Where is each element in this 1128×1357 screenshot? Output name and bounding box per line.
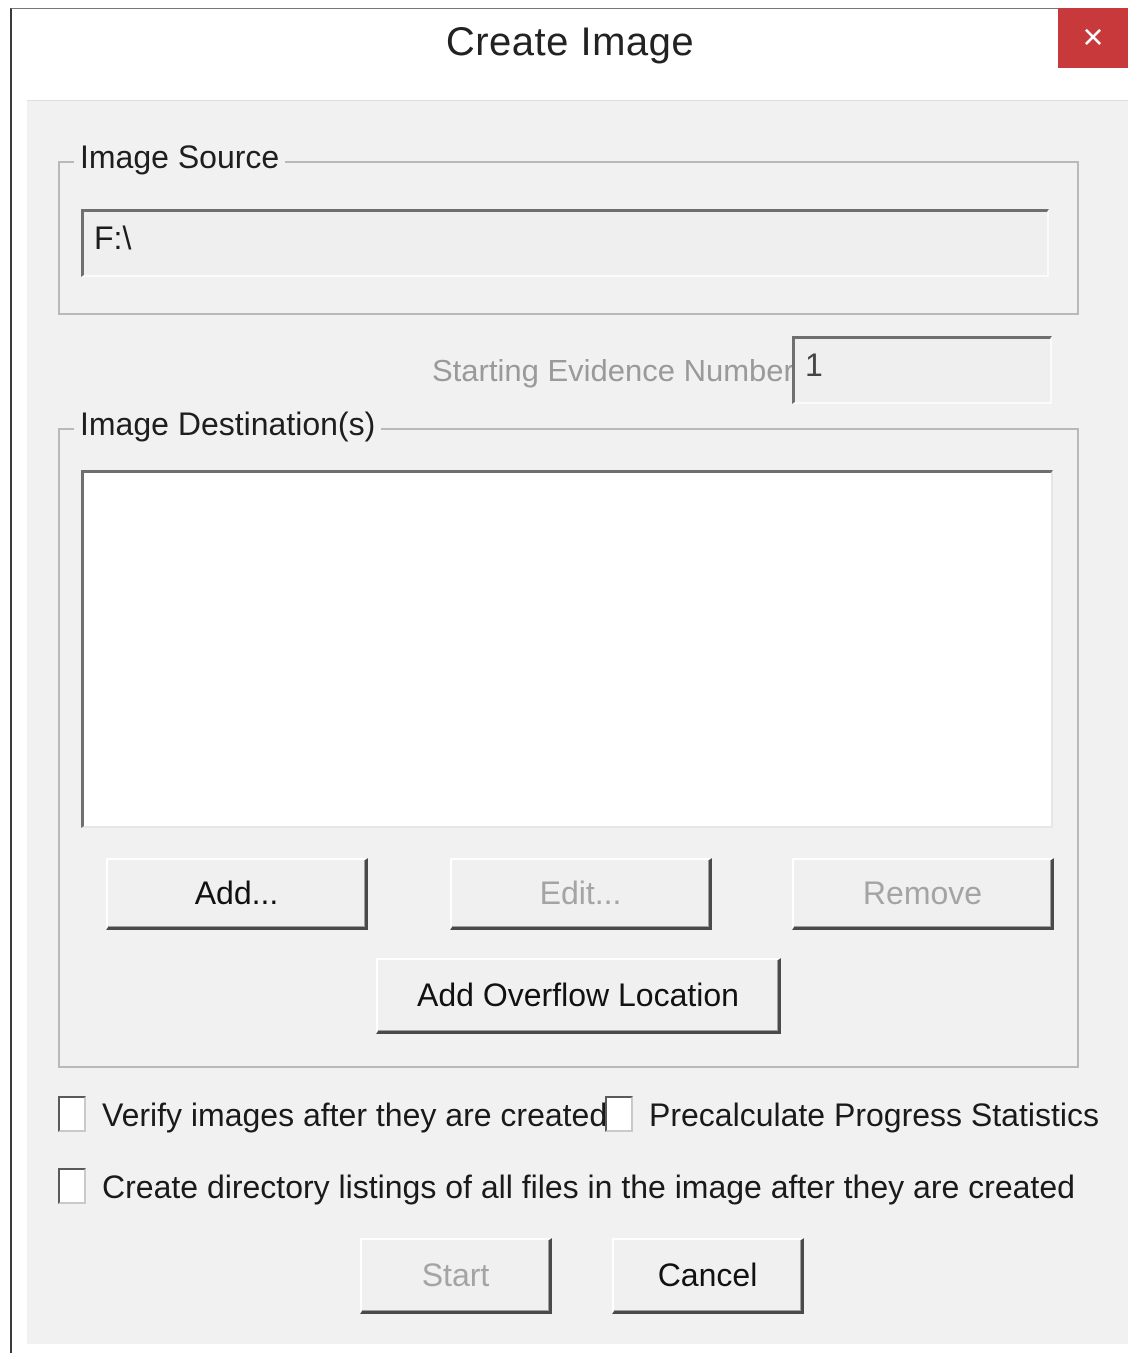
remove-button[interactable]: Remove: [792, 858, 1054, 930]
edit-button[interactable]: Edit...: [450, 858, 712, 930]
directory-listings-label[interactable]: Create directory listings of all files i…: [102, 1169, 1075, 1206]
precalculate-statistics-label[interactable]: Precalculate Progress Statistics: [649, 1097, 1099, 1134]
image-destinations-group: Image Destination(s) Add... Edit... Remo…: [58, 406, 1079, 1068]
image-source-field[interactable]: F:\: [81, 209, 1049, 277]
precalculate-statistics-checkbox[interactable]: [605, 1096, 633, 1132]
directory-listings-checkbox[interactable]: [58, 1168, 86, 1204]
start-button[interactable]: Start: [360, 1238, 552, 1314]
starting-evidence-number-field[interactable]: 1: [792, 336, 1052, 404]
verify-images-checkbox[interactable]: [58, 1096, 86, 1132]
verify-images-label[interactable]: Verify images after they are created: [102, 1097, 607, 1134]
close-button[interactable]: ×: [1058, 8, 1128, 68]
image-destinations-legend: Image Destination(s): [74, 406, 382, 443]
image-source-legend: Image Source: [74, 139, 286, 176]
window-title: Create Image: [445, 20, 695, 64]
starting-evidence-number-label: Starting Evidence Number:: [432, 353, 803, 388]
cancel-button[interactable]: Cancel: [612, 1238, 804, 1314]
dialog-body: Image Source F:\ Starting Evidence Numbe…: [27, 100, 1128, 1344]
destinations-list[interactable]: [81, 470, 1053, 828]
close-icon: ×: [1082, 16, 1104, 57]
image-source-group: Image Source F:\: [58, 139, 1079, 315]
add-button[interactable]: Add...: [106, 858, 368, 930]
add-overflow-location-button[interactable]: Add Overflow Location: [376, 958, 781, 1034]
